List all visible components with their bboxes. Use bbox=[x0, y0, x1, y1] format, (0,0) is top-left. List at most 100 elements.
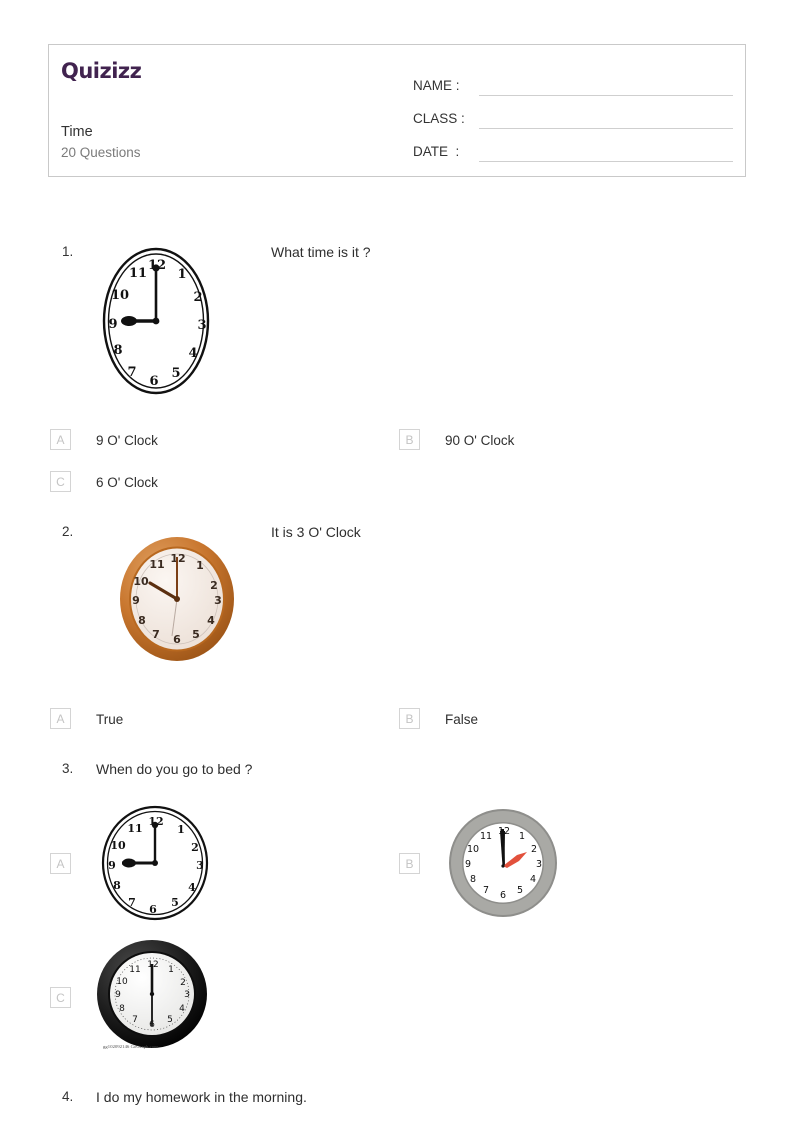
svg-text:7: 7 bbox=[128, 896, 136, 909]
question-3-option-c-clock-image[interactable]: 12 1 2 3 4 5 6 7 8 9 10 11 gg102092146 G… bbox=[93, 938, 215, 1060]
svg-text:5: 5 bbox=[171, 366, 180, 381]
svg-text:8: 8 bbox=[470, 874, 476, 885]
question-2-option-a-letter[interactable]: A bbox=[50, 708, 71, 729]
question-1-option-b-letter[interactable]: B bbox=[399, 429, 420, 450]
class-field-row: CLASS : bbox=[413, 96, 733, 129]
svg-text:11: 11 bbox=[480, 831, 492, 842]
svg-text:10: 10 bbox=[110, 839, 126, 852]
svg-text:10: 10 bbox=[467, 844, 479, 855]
svg-text:1: 1 bbox=[177, 267, 186, 282]
class-field-label: CLASS : bbox=[413, 111, 465, 126]
svg-text:3: 3 bbox=[197, 318, 206, 333]
worksheet-header-card: Quizizz Time 20 Questions NAME : CLASS :… bbox=[48, 44, 746, 177]
question-1-option-a-letter[interactable]: A bbox=[50, 429, 71, 450]
question-1-clock-image: 12 1 2 3 4 5 6 7 8 9 10 11 bbox=[96, 241, 216, 401]
question-1-option-c-text[interactable]: 6 O' Clock bbox=[96, 475, 158, 490]
question-3-option-b-letter[interactable]: B bbox=[399, 853, 420, 874]
svg-text:6: 6 bbox=[173, 633, 181, 646]
svg-text:8: 8 bbox=[113, 879, 121, 892]
svg-text:4: 4 bbox=[179, 1004, 185, 1014]
image-watermark: gg102092146 GoGraph.com bbox=[103, 1044, 158, 1049]
svg-text:2: 2 bbox=[191, 841, 199, 854]
question-3-option-b-clock-image[interactable]: 12 1 2 3 4 5 6 7 8 9 10 11 bbox=[447, 807, 560, 919]
student-info-fields: NAME : CLASS : DATE : bbox=[413, 63, 733, 162]
svg-text:4: 4 bbox=[207, 614, 215, 627]
svg-text:1: 1 bbox=[196, 559, 204, 572]
svg-text:9: 9 bbox=[115, 990, 121, 1000]
svg-text:1: 1 bbox=[177, 823, 185, 836]
name-input[interactable] bbox=[479, 76, 733, 96]
svg-text:4: 4 bbox=[188, 346, 197, 361]
clock-sketch-9-oclock: 12 1 2 3 4 5 6 7 8 9 10 11 bbox=[101, 805, 209, 921]
clock-orange-10-oclock: 12 1 2 3 4 5 6 7 8 9 10 11 bbox=[120, 537, 234, 661]
svg-text:10: 10 bbox=[111, 288, 129, 303]
svg-text:7: 7 bbox=[127, 365, 136, 380]
svg-text:2: 2 bbox=[210, 579, 218, 592]
question-3-option-a-clock-image[interactable]: 12 1 2 3 4 5 6 7 8 9 10 11 bbox=[96, 803, 214, 923]
question-1-text: What time is it ? bbox=[271, 244, 371, 260]
svg-text:6: 6 bbox=[149, 374, 158, 389]
question-1-option-b-text[interactable]: 90 O' Clock bbox=[445, 433, 514, 448]
question-count: 20 Questions bbox=[61, 145, 141, 160]
svg-text:6: 6 bbox=[500, 890, 506, 901]
quizizz-logo: Quizizz bbox=[61, 59, 142, 83]
question-2-number: 2. bbox=[62, 524, 74, 539]
question-2-clock-image: 12 1 2 3 4 5 6 7 8 9 10 11 bbox=[110, 521, 245, 676]
svg-text:7: 7 bbox=[483, 885, 489, 896]
page-title: Time bbox=[61, 124, 93, 140]
svg-text:5: 5 bbox=[167, 1015, 173, 1025]
svg-text:5: 5 bbox=[171, 896, 179, 909]
clock-black-6-oclock: 12 1 2 3 4 5 6 7 8 9 10 11 bbox=[97, 940, 207, 1048]
svg-text:7: 7 bbox=[132, 1015, 138, 1025]
question-1-number: 1. bbox=[62, 244, 74, 259]
question-3-number: 3. bbox=[62, 761, 74, 776]
svg-text:1: 1 bbox=[168, 965, 174, 975]
svg-text:9: 9 bbox=[108, 859, 116, 872]
svg-text:1: 1 bbox=[519, 831, 525, 842]
svg-text:10: 10 bbox=[133, 575, 149, 588]
clock-sketch-9-oclock: 12 1 2 3 4 5 6 7 8 9 10 11 bbox=[102, 247, 210, 395]
question-2-option-a-text[interactable]: True bbox=[96, 712, 123, 727]
class-input[interactable] bbox=[479, 109, 733, 129]
svg-text:5: 5 bbox=[192, 628, 200, 641]
question-3-option-c-letter[interactable]: C bbox=[50, 987, 71, 1008]
question-3-option-a-letter[interactable]: A bbox=[50, 853, 71, 874]
svg-text:2: 2 bbox=[180, 978, 186, 988]
svg-text:9: 9 bbox=[465, 859, 471, 870]
question-4-number: 4. bbox=[62, 1089, 74, 1104]
svg-text:11: 11 bbox=[127, 822, 142, 835]
svg-text:3: 3 bbox=[184, 990, 190, 1000]
svg-text:4: 4 bbox=[530, 874, 536, 885]
svg-text:4: 4 bbox=[188, 881, 196, 894]
name-field-row: NAME : bbox=[413, 63, 733, 96]
svg-text:3: 3 bbox=[196, 859, 204, 872]
svg-text:8: 8 bbox=[138, 614, 146, 627]
question-1-option-c-letter[interactable]: C bbox=[50, 471, 71, 492]
question-2-text: It is 3 O' Clock bbox=[271, 524, 361, 540]
date-field-row: DATE : bbox=[413, 129, 733, 162]
svg-text:11: 11 bbox=[149, 558, 164, 571]
date-input[interactable] bbox=[479, 142, 733, 162]
question-1-option-a-text[interactable]: 9 O' Clock bbox=[96, 433, 158, 448]
svg-text:11: 11 bbox=[129, 965, 140, 975]
svg-text:8: 8 bbox=[119, 1004, 125, 1014]
svg-text:7: 7 bbox=[152, 628, 160, 641]
question-3-text: When do you go to bed ? bbox=[96, 761, 253, 777]
svg-text:3: 3 bbox=[536, 859, 542, 870]
svg-text:5: 5 bbox=[517, 885, 523, 896]
svg-text:10: 10 bbox=[116, 977, 128, 987]
question-2-option-b-letter[interactable]: B bbox=[399, 708, 420, 729]
svg-text:6: 6 bbox=[149, 903, 157, 916]
name-field-label: NAME : bbox=[413, 78, 460, 93]
svg-text:9: 9 bbox=[132, 594, 140, 607]
svg-text:2: 2 bbox=[193, 290, 202, 305]
question-4-text: I do my homework in the morning. bbox=[96, 1089, 307, 1105]
clock-gray-12-oclock: 12 1 2 3 4 5 6 7 8 9 10 11 bbox=[449, 809, 557, 917]
svg-text:9: 9 bbox=[108, 317, 117, 332]
date-field-label: DATE : bbox=[413, 144, 460, 159]
svg-text:3: 3 bbox=[214, 594, 222, 607]
svg-text:8: 8 bbox=[113, 343, 122, 358]
question-2-option-b-text[interactable]: False bbox=[445, 712, 478, 727]
worksheet-page: Quizizz Time 20 Questions NAME : CLASS :… bbox=[0, 0, 794, 1123]
svg-text:2: 2 bbox=[531, 844, 537, 855]
